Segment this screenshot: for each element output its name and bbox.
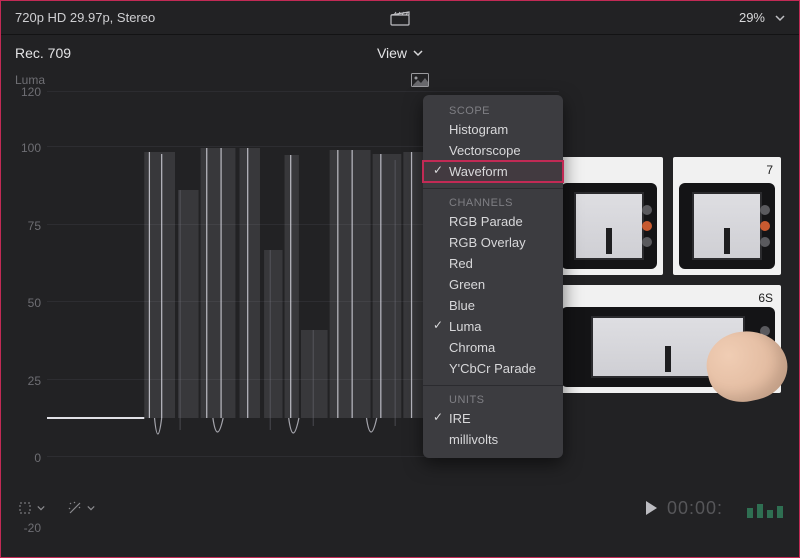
dd-item-ire[interactable]: IRE	[423, 408, 563, 429]
dd-item-red[interactable]: Red	[423, 253, 563, 274]
effects-tool-button[interactable]	[67, 500, 95, 516]
tick-25: 25	[28, 374, 41, 388]
tick-100: 100	[21, 141, 41, 155]
clip-thumbnail[interactable]	[555, 157, 663, 275]
thumb-label: 6S	[758, 291, 773, 305]
chevron-down-icon	[413, 48, 423, 58]
format-label: 720p HD 29.97p, Stereo	[15, 10, 255, 25]
dd-item-blue[interactable]: Blue	[423, 295, 563, 316]
play-button[interactable]	[646, 501, 657, 515]
dd-item-histogram[interactable]: Histogram	[423, 119, 563, 140]
view-dropdown-button[interactable]: View	[377, 45, 423, 61]
view-label: View	[377, 45, 407, 61]
dd-section-scope: SCOPE	[423, 103, 563, 119]
dd-item-millivolts[interactable]: millivolts	[423, 429, 563, 450]
dd-item-chroma[interactable]: Chroma	[423, 337, 563, 358]
clapper-icon[interactable]	[390, 10, 410, 26]
luma-axis: 120 100 75 50 25 0 -20	[1, 91, 45, 477]
dd-item-rgb-parade[interactable]: RGB Parade	[423, 211, 563, 232]
clip-thumbnail[interactable]: 6S	[555, 285, 781, 393]
clip-thumbnail[interactable]: 7	[673, 157, 781, 275]
dd-item-vectorscope[interactable]: Vectorscope	[423, 140, 563, 161]
dd-item-waveform[interactable]: Waveform	[423, 161, 563, 182]
audio-meter	[747, 498, 783, 518]
timecode-display: 00:00:	[667, 498, 723, 519]
tick-50: 50	[28, 296, 41, 310]
image-icon[interactable]	[411, 73, 429, 87]
view-dropdown-menu: SCOPE Histogram Vectorscope Waveform CHA…	[423, 95, 563, 458]
chevron-down-icon[interactable]	[775, 13, 785, 23]
dd-item-luma[interactable]: Luma	[423, 316, 563, 337]
dd-item-ycbcr-parade[interactable]: Y'CbCr Parade	[423, 358, 563, 379]
dd-item-rgb-overlay[interactable]: RGB Overlay	[423, 232, 563, 253]
tick-120: 120	[21, 85, 41, 99]
dd-item-green[interactable]: Green	[423, 274, 563, 295]
dd-section-channels: CHANNELS	[423, 195, 563, 211]
tick-0: 0	[34, 451, 41, 465]
zoom-level[interactable]: 29%	[739, 10, 765, 25]
crop-tool-button[interactable]	[17, 500, 45, 516]
colorspace-label: Rec. 709	[15, 45, 215, 61]
tick-75: 75	[28, 219, 41, 233]
thumb-label: 7	[766, 163, 773, 177]
dd-section-units: UNITS	[423, 392, 563, 408]
